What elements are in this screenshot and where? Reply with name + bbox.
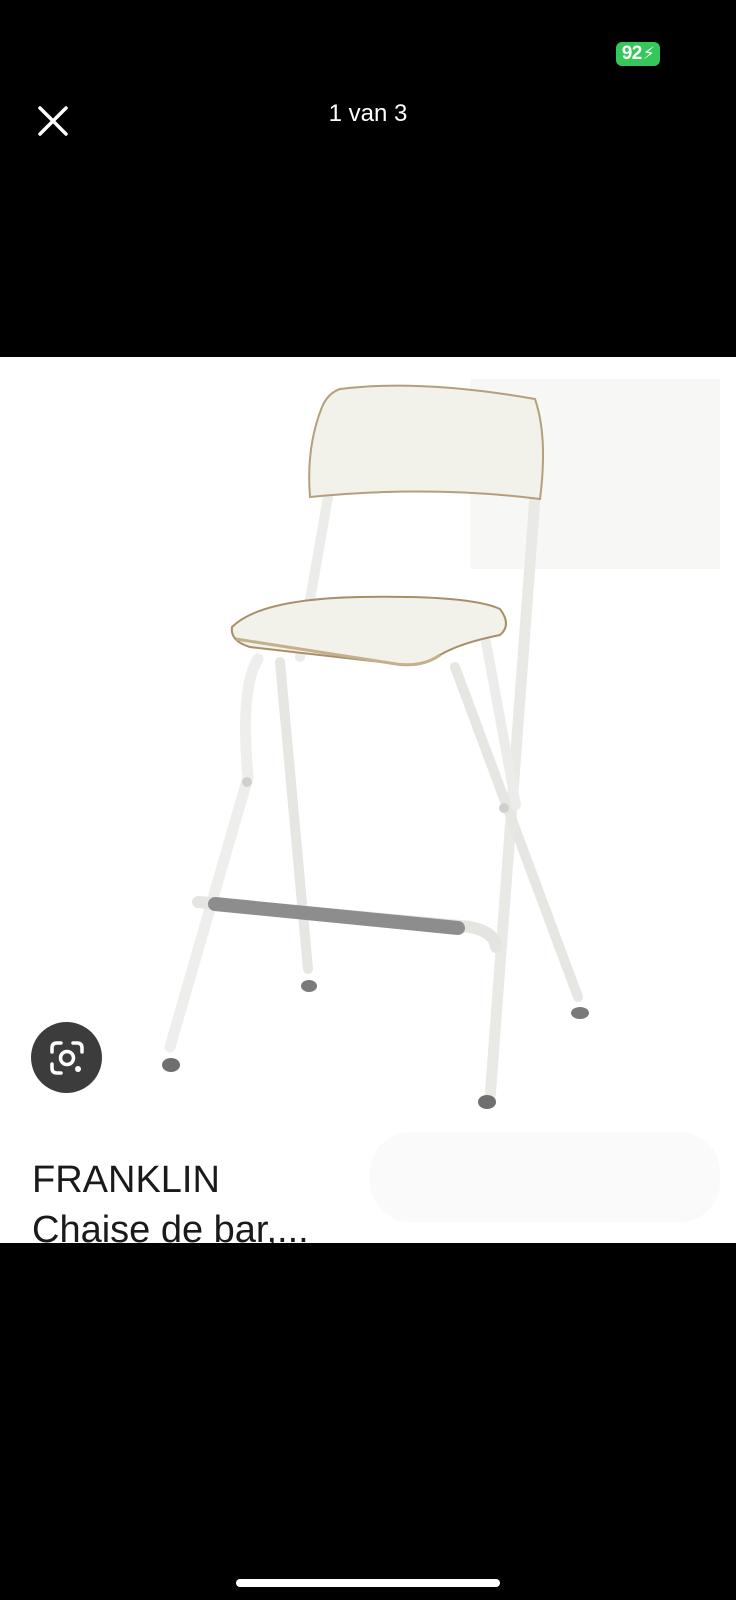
product-image[interactable]: FRANKLIN Chaise de bar,... xyxy=(0,357,736,1243)
home-indicator[interactable] xyxy=(236,1579,500,1587)
battery-indicator: 92 ⚡ xyxy=(616,42,660,66)
google-lens-icon xyxy=(49,1040,84,1075)
page-counter: 1 van 3 xyxy=(328,100,408,127)
image-caption: FRANKLIN Chaise de bar,... xyxy=(32,1155,309,1243)
caption-title: FRANKLIN xyxy=(32,1159,220,1201)
status-bar: 92 ⚡ xyxy=(0,0,736,90)
battery-level: 92 xyxy=(621,43,643,64)
bar-chair-illustration xyxy=(162,379,720,1222)
caption-subtitle: Chaise de bar,... xyxy=(32,1209,309,1243)
viewer-top-bar: 1 van 3 xyxy=(0,90,736,144)
charging-bolt-icon: ⚡ xyxy=(642,44,655,63)
google-lens-button[interactable] xyxy=(31,1022,102,1093)
